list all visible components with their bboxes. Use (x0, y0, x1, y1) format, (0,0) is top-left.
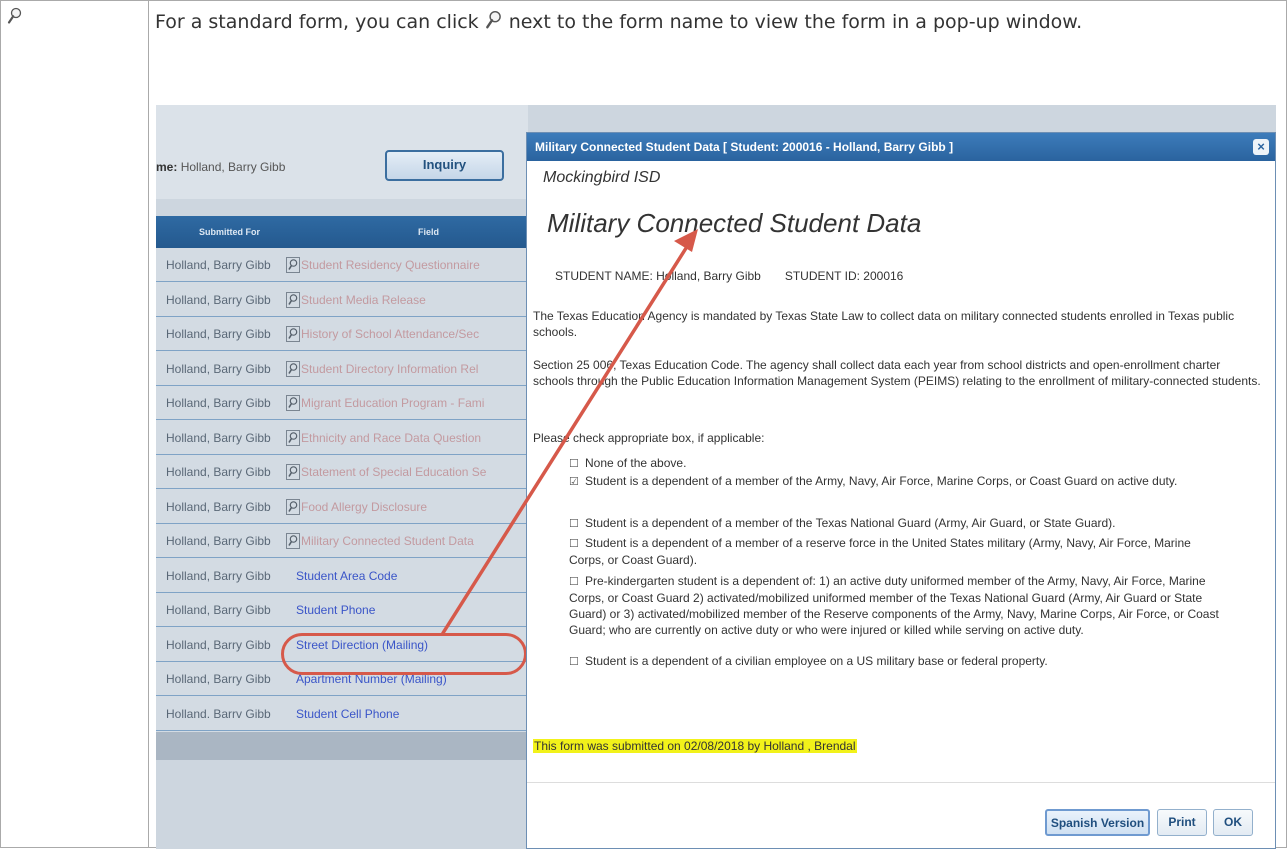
dialog-divider (527, 782, 1275, 783)
option-item: ☐ Student is a dependent of a member of a… (569, 535, 1219, 568)
grid-header: Submitted For Field (156, 216, 528, 248)
check-prompt: Please check appropriate box, if applica… (533, 431, 765, 445)
magnifier-icon (7, 7, 22, 24)
checkbox[interactable]: ☐ (569, 574, 580, 590)
table-row[interactable]: Holland, Barry Gibb Student Phone (156, 593, 528, 627)
option-item: ☐ None of the above. (569, 455, 1219, 472)
option-label: None of the above. (585, 456, 687, 470)
student-label: me: Holland, Barry Gibb (156, 160, 286, 174)
form-title: Military Connected Student Data (547, 208, 922, 238)
table-row[interactable]: Holland, Barry Gibb History of School Att… (156, 317, 528, 351)
submitted-for-cell: Holland, Barry Gibb (166, 637, 271, 652)
grid-footer (156, 732, 528, 760)
table-row[interactable]: Holland, Barry Gibb Student Directory Inf… (156, 352, 528, 386)
table-row[interactable]: Holland, Barry Gibb Migrant Education Pro… (156, 386, 528, 420)
submitted-for-cell: Holland, Barry Gibb (166, 430, 271, 445)
table-row[interactable]: Holland, Barry Gibb Student Area Code (156, 559, 528, 593)
checkbox[interactable]: ☐ (569, 456, 580, 472)
field-link[interactable]: Student Phone (296, 593, 375, 626)
checkbox[interactable]: ☐ (569, 516, 580, 532)
description-cell: For a standard form, you can click next … (148, 0, 1287, 849)
checkbox[interactable]: ☐ (569, 536, 580, 552)
table-row[interactable]: Holland, Barry Gibb Military Connected St… (156, 524, 528, 558)
magnifier-icon[interactable] (286, 326, 300, 342)
magnifier-icon[interactable] (286, 291, 300, 308)
field-link[interactable]: Student Residency Questionnaire (301, 248, 480, 281)
option-item: ☐ Student is a dependent of a member of t… (569, 515, 1219, 532)
district-name: Mockingbird ISD (543, 169, 661, 186)
description-text: For a standard form, you can click next … (155, 9, 1275, 35)
option-item: ☐ Pre-kindergarten student is a dependent… (569, 573, 1219, 638)
doc-table: For a standard form, you can click next … (0, 0, 1287, 849)
field-link[interactable]: History of School Attendance/Sec (301, 317, 479, 350)
field-link[interactable]: Student Directory Information Rel (301, 352, 478, 385)
magnifier-icon[interactable] (286, 360, 300, 377)
table-row[interactable]: Holland, Barry Gibb Ethnicity and Race Da… (156, 421, 528, 455)
submitted-for-cell: Holland, Barry Gibb (166, 465, 271, 479)
highlight-circle (281, 633, 527, 675)
option-item: ☐ Student is a dependent of a civilian em… (569, 653, 1219, 670)
option-label: Student is a dependent of a member of th… (585, 474, 1178, 488)
legal-paragraph: Section 25 006, Texas Education Code. Th… (533, 358, 1261, 388)
table-row[interactable]: Holland. Barrv Gibb Student Cell Phone (156, 697, 528, 731)
field-link[interactable]: Food Allergy Disclosure (301, 490, 427, 523)
close-icon[interactable]: × (1253, 139, 1269, 155)
table-row[interactable]: Holland, Barry Gibb Food Allergy Disclosu… (156, 490, 528, 524)
dialog-title: Military Connected Student Data [ Studen… (535, 140, 954, 154)
option-label: Student is a dependent of a member of a … (569, 536, 1191, 567)
screenshot-example: me: Holland, Barry Gibb Inquiry Submitte… (156, 105, 1276, 849)
submitted-for-cell: Holland, Barry Gibb (166, 361, 271, 376)
checkbox[interactable]: ☐ (569, 654, 580, 670)
student-id: STUDENT ID: 200016 (784, 269, 904, 283)
field-header: Field (418, 227, 440, 237)
field-link[interactable]: Statement of Special Education Se (301, 455, 486, 488)
field-link[interactable]: Student Cell Phone (296, 697, 399, 730)
checkbox-checked[interactable]: ☑ (569, 474, 580, 490)
submitted-for-cell: Holland, Barry Gibb (166, 292, 271, 307)
dialog-titlebar: Military Connected Student Data [ Studen… (527, 133, 1275, 161)
print-button[interactable]: Print (1157, 809, 1207, 836)
submitted-note: This form was submitted on 02/08/2018 by… (533, 739, 857, 753)
field-link[interactable]: Military Connected Student Data (301, 524, 474, 557)
ok-button[interactable]: OK (1213, 809, 1253, 836)
inquiry-button[interactable]: Inquiry (385, 150, 504, 181)
option-label: Pre-kindergarten student is a dependent … (569, 574, 1219, 637)
student-name: STUDENT NAME: Holland, Barry Gibb (555, 269, 761, 283)
submitted-for-cell: Holland, Barry Gibb (166, 534, 271, 548)
student-info: STUDENT NAME: Holland, Barry Gibb STUDENT… (555, 269, 903, 283)
option-label: Student is a dependent of a civilian emp… (585, 654, 1048, 668)
submitted-for-cell: Holland, Barry Gibb (166, 603, 271, 617)
submitted-for-cell: Holland, Barry Gibb (166, 327, 271, 341)
submitted-for-cell: Holland, Barry Gibb (166, 568, 271, 583)
table-row[interactable]: Holland, Barry Gibb Student Residency Que… (156, 248, 528, 282)
student-header: me: Holland, Barry Gibb Inquiry (156, 105, 528, 199)
submitted-for-cell: Holland. Barrv Gibb (166, 706, 271, 721)
intro-paragraph: The Texas Education Agency is mandated b… (533, 309, 1235, 339)
description-before: For a standard form, you can click (155, 11, 485, 33)
submitted-for-header: Submitted For (199, 227, 260, 237)
magnifier-icon[interactable] (286, 395, 300, 411)
magnifier-icon (485, 10, 501, 29)
submitted-for-cell: Holland, Barry Gibb (166, 258, 271, 272)
submitted-for-cell: Holland, Barry Gibb (166, 396, 271, 410)
form-dialog: Military Connected Student Data [ Studen… (526, 132, 1276, 849)
table-row[interactable]: Holland, Barry Gibb Statement of Special … (156, 455, 528, 489)
magnifier-icon[interactable] (286, 257, 300, 273)
magnifier-icon[interactable] (286, 498, 300, 515)
icon-cell (0, 0, 149, 848)
option-label: Student is a dependent of a member of th… (585, 516, 1116, 530)
magnifier-icon[interactable] (286, 429, 300, 446)
submitted-for-cell: Holland, Barry Gibb (166, 499, 271, 514)
submitted-for-cell: Holland, Barry Gibb (166, 672, 271, 686)
spanish-version-button[interactable]: Spanish Version (1045, 809, 1150, 836)
field-link[interactable]: Student Media Release (301, 283, 426, 316)
field-link[interactable]: Student Area Code (296, 559, 397, 592)
option-item: ☑ Student is a dependent of a member of t… (569, 473, 1219, 490)
field-link[interactable]: Ethnicity and Race Data Question (301, 421, 481, 454)
magnifier-icon[interactable] (286, 533, 300, 549)
description-after: next to the form name to view the form i… (502, 11, 1083, 33)
table-row[interactable]: Holland, Barry Gibb Student Media Release (156, 283, 528, 317)
field-link[interactable]: Migrant Education Program - Fami (301, 386, 484, 419)
magnifier-icon[interactable] (286, 464, 300, 480)
